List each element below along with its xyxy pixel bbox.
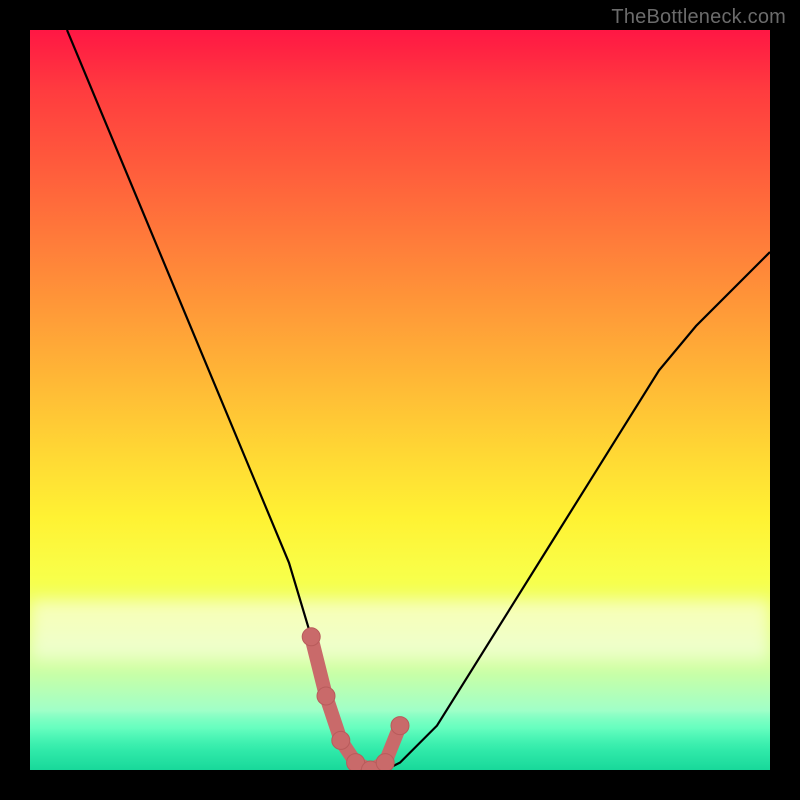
trough-markers (302, 628, 409, 770)
plot-area (30, 30, 770, 770)
attribution-label: TheBottleneck.com (611, 6, 786, 29)
trough-marker (391, 717, 409, 735)
trough-marker (332, 731, 350, 749)
trough-marker (317, 687, 335, 705)
chart-frame: TheBottleneck.com (0, 0, 800, 800)
trough-marker (302, 628, 320, 646)
trough-marker (376, 754, 394, 770)
curve-layer (30, 30, 770, 770)
bottleneck-curve (67, 30, 770, 770)
